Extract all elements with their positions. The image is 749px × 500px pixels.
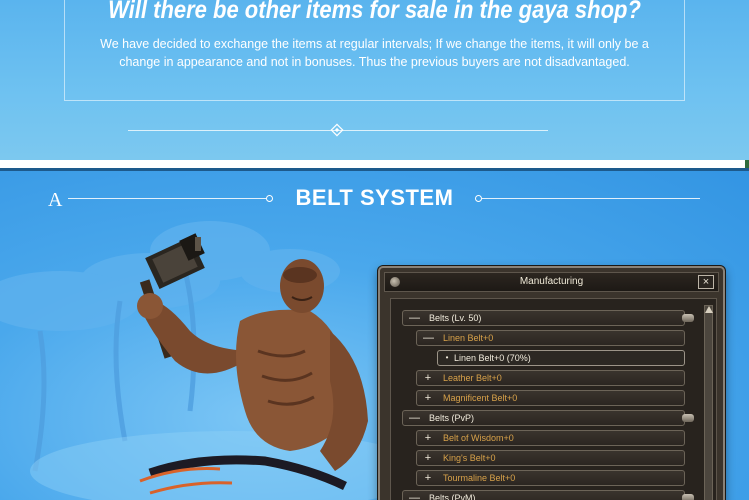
scroll-up-icon[interactable] bbox=[705, 306, 713, 313]
item-row[interactable]: + Tourmaline Belt+0 bbox=[416, 470, 685, 486]
category-row[interactable]: — Belts (PvM) bbox=[402, 490, 694, 500]
minus-icon[interactable]: — bbox=[423, 331, 434, 345]
row-label: Linen Belt+0 bbox=[443, 333, 494, 343]
minus-icon[interactable]: — bbox=[409, 491, 420, 500]
row-label: Magnificent Belt+0 bbox=[443, 393, 518, 403]
row-label: Belt of Wisdom+0 bbox=[443, 433, 514, 443]
plus-icon[interactable]: + bbox=[423, 451, 433, 465]
row-label: Belts (PvM) bbox=[429, 493, 476, 500]
item-row[interactable]: + Leather Belt+0 bbox=[416, 370, 685, 386]
row-label: Belts (Lv. 50) bbox=[429, 313, 482, 323]
plus-icon[interactable]: + bbox=[423, 431, 433, 445]
scrollbar[interactable] bbox=[704, 305, 713, 500]
window-title: Manufacturing bbox=[519, 276, 584, 287]
window-titlebar[interactable]: Manufacturing × bbox=[384, 272, 719, 292]
row-label: Tourmaline Belt+0 bbox=[443, 473, 516, 483]
recipe-tree: — Belts (Lv. 50) — Linen Belt+0 • Linen Belt+… bbox=[390, 298, 717, 500]
row-label: King's Belt+0 bbox=[443, 453, 496, 463]
minus-icon[interactable]: — bbox=[409, 311, 420, 325]
faq-title: Will there be other items for sale in th… bbox=[108, 0, 641, 24]
belt-system-section: A BELT SYSTEM Manufacturing × — Belts (L… bbox=[0, 171, 749, 500]
item-row[interactable]: + King's Belt+0 bbox=[416, 450, 685, 466]
bullet-icon[interactable]: • bbox=[442, 351, 452, 365]
item-row[interactable]: + Belt of Wisdom+0 bbox=[416, 430, 685, 446]
selected-item-row[interactable]: • Linen Belt+0 (70%) bbox=[437, 350, 685, 366]
faq-section: Will there be other items for sale in th… bbox=[0, 0, 749, 160]
row-toggle-cap bbox=[682, 414, 694, 422]
diamond-divider-icon bbox=[330, 123, 344, 137]
minus-icon[interactable]: — bbox=[409, 411, 420, 425]
faq-answer-text: We have decided to exchange the items at… bbox=[100, 37, 649, 69]
category-row[interactable]: — Belts (Lv. 50) bbox=[402, 310, 694, 326]
row-label: Belts (PvP) bbox=[429, 413, 475, 423]
plus-icon[interactable]: + bbox=[423, 371, 433, 385]
title-dot-right bbox=[475, 195, 482, 202]
close-icon[interactable]: × bbox=[698, 275, 714, 289]
title-line-right bbox=[482, 198, 700, 199]
section-separator bbox=[0, 160, 749, 168]
row-label: Linen Belt+0 (70%) bbox=[454, 353, 531, 363]
item-row[interactable]: + Magnificent Belt+0 bbox=[416, 390, 685, 406]
row-toggle-cap bbox=[682, 314, 694, 322]
row-label: Leather Belt+0 bbox=[443, 373, 502, 383]
category-row[interactable]: — Belts (PvP) bbox=[402, 410, 694, 426]
manufacturing-window[interactable]: Manufacturing × — Belts (Lv. 50) — Linen Be… bbox=[378, 266, 725, 500]
plus-icon[interactable]: + bbox=[423, 471, 433, 485]
plus-icon[interactable]: + bbox=[423, 391, 433, 405]
row-toggle-cap bbox=[682, 494, 694, 500]
separator-mark bbox=[745, 160, 749, 168]
item-row[interactable]: — Linen Belt+0 bbox=[416, 330, 685, 346]
